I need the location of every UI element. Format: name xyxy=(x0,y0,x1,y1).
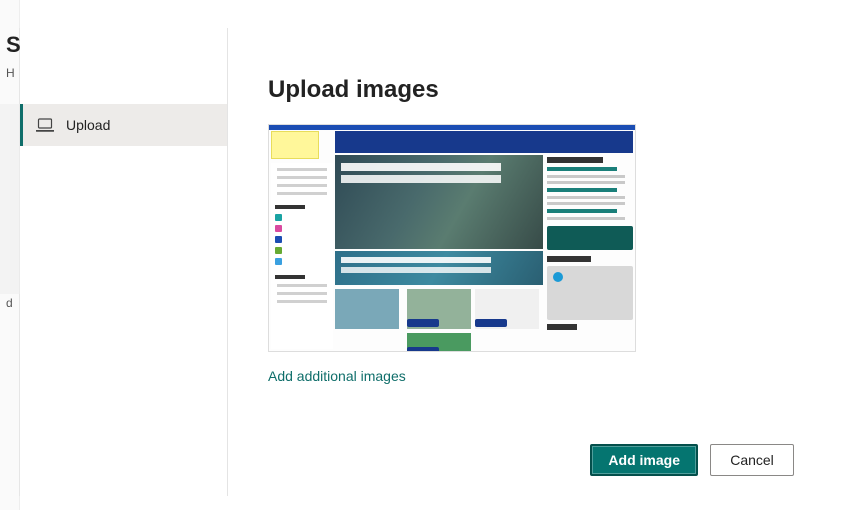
dialog-title: Upload images xyxy=(268,76,780,104)
dialog-content: Upload images xyxy=(228,28,820,430)
dialog-main: Upload images xyxy=(228,28,820,496)
bg-subtitle-fragment: H xyxy=(6,66,15,80)
bg-side-rect xyxy=(0,104,20,294)
dialog-footer: Add image Cancel xyxy=(228,430,820,496)
thumbnail-preview xyxy=(269,125,635,351)
sidebar-item-upload[interactable]: Upload xyxy=(20,104,227,146)
cancel-button[interactable]: Cancel xyxy=(710,444,794,476)
uploaded-image-thumbnail[interactable] xyxy=(268,124,636,352)
dialog-sidebar: Upload xyxy=(20,28,228,496)
bg-trail-fragment: d xyxy=(6,296,13,310)
upload-dialog: Upload Upload images xyxy=(20,28,820,496)
add-image-button[interactable]: Add image xyxy=(590,444,698,476)
laptop-icon xyxy=(36,118,54,132)
bg-title-fragment: S xyxy=(6,32,21,58)
sidebar-item-label: Upload xyxy=(66,117,110,133)
add-additional-images-link[interactable]: Add additional images xyxy=(268,368,406,384)
background-page: S H d xyxy=(0,0,20,510)
